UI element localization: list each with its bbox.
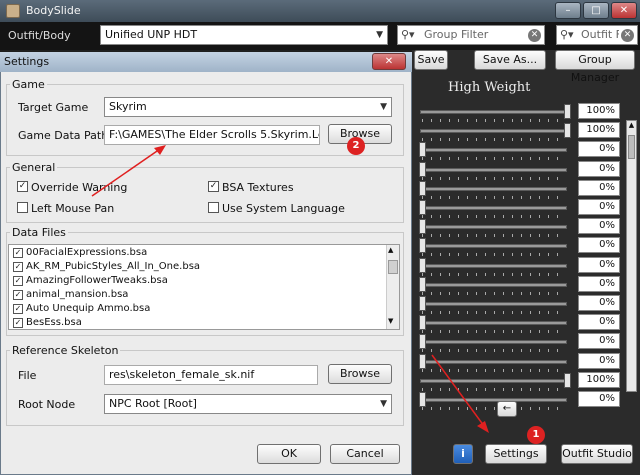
annotation-arrow-1 (431, 354, 485, 427)
annotation-arrow-2 (91, 148, 161, 197)
arrow-head-icon (477, 421, 489, 433)
annotation-overlay (91, 145, 489, 433)
annotation-badge-2: 2 (347, 137, 365, 155)
arrow-head-icon (154, 145, 166, 155)
annotation-badge-1: 1 (527, 426, 545, 444)
